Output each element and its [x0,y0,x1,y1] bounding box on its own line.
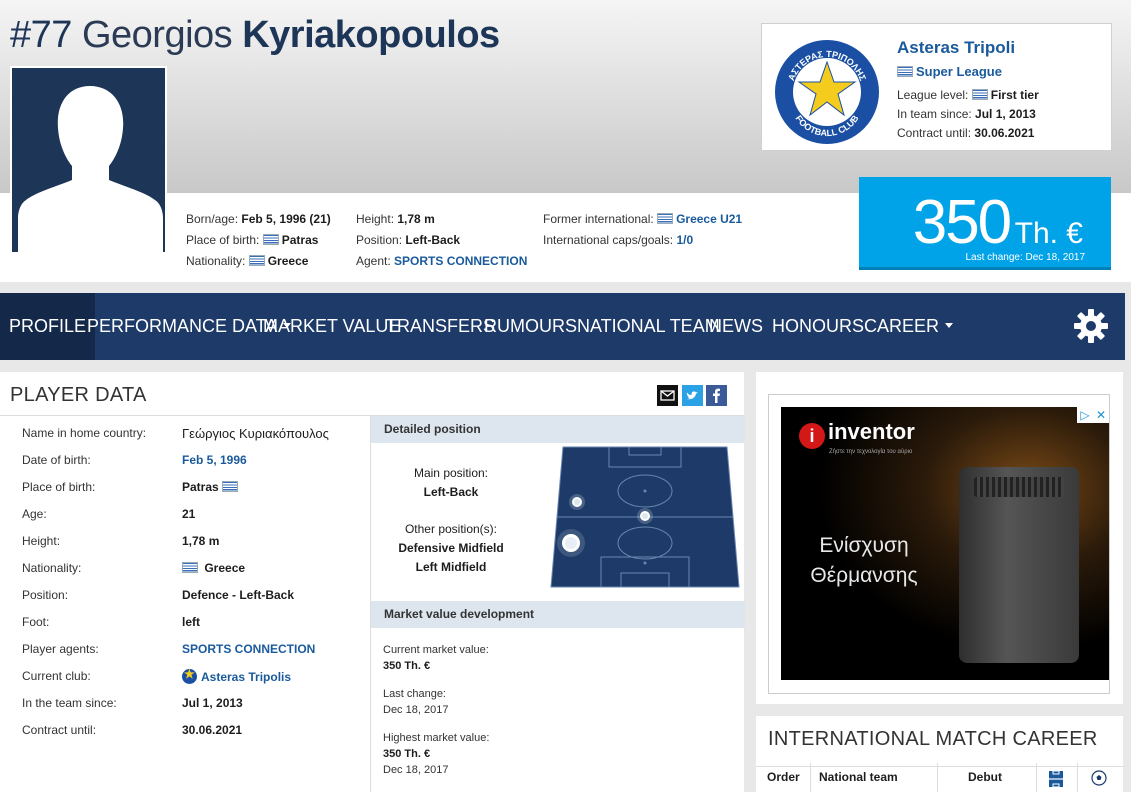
other-positions: Other position(s): Defensive Midfield Le… [398,522,504,574]
former-international-row: Former international: Greece U21 [543,212,743,226]
matches-icon[interactable] [1048,770,1064,792]
ad-tagline: Ζήστε την τεχνολογία του αύριο [829,449,913,455]
last-name: Kyriakopoulos [242,14,500,56]
ad-frame: i inventor Ζήστε την τεχνολογία του αύριο… [768,394,1110,694]
twitter-share-icon[interactable] [682,385,703,406]
international-career-title: INTERNATIONAL MATCH CAREER [768,728,1098,750]
contract-until-row: Contract until: 30.06.2021 [897,126,1035,140]
close-icon[interactable]: ✕ [1093,407,1109,423]
greece-flag-icon [248,255,265,266]
header-info-col1: Born/age: Feb 5, 1996 (21) Place of birt… [186,209,331,272]
position-marker-left-back [557,529,585,557]
divider [756,766,1123,767]
nav-national-team[interactable]: NATIONAL TEAM [577,293,720,360]
greece-flag-icon [262,234,279,245]
market-value-amount: 350 Th. € [912,188,1083,257]
gear-icon[interactable] [1073,308,1109,349]
greece-flag-icon [182,562,198,573]
first-name: Georgios [81,14,233,56]
greece-flag-icon [657,213,674,224]
nav-profile[interactable]: PROFILE [0,293,96,360]
club-logo[interactable]: ΑΣΤΕΡΑΣ ΤΡΙΠΟΛΗΣ FOOTBALL CLUB [772,37,882,152]
current-club-link[interactable]: Asteras Tripolis [182,667,291,684]
league-link[interactable]: Super League [897,64,1002,79]
greece-flag-icon [222,481,239,492]
mail-share-icon[interactable] [657,385,678,406]
greece-u21-link[interactable]: Greece U21 [676,212,742,226]
position-and-value-column: Detailed position Main position: Left-Ba… [370,416,745,792]
facebook-share-icon[interactable] [706,385,727,406]
mv-development-header: Market value development [371,601,745,628]
caps-goals-link[interactable]: 1/0 [676,233,693,247]
nav-news[interactable]: NEWS [709,293,763,360]
nav-career[interactable]: CAREER [864,293,954,360]
silhouette-icon [18,86,163,252]
greece-flag-icon [897,66,913,77]
player-data-title: PLAYER DATA [10,384,147,406]
position-row: Position: Left-Back [356,233,461,247]
asteras-crest-icon: ΑΣΤΕΡΑΣ ΤΡΙΠΟΛΗΣ FOOTBALL CLUB [775,40,879,144]
international-career-panel: INTERNATIONAL MATCH CAREER Order Nationa… [756,716,1123,792]
nationality-row: Nationality: Greece [186,254,309,268]
club-box: ΑΣΤΕΡΑΣ ΤΡΙΠΟΛΗΣ FOOTBALL CLUB Asteras T… [761,23,1112,151]
market-value-box[interactable]: 350 Th. € Last change: Dec 18, 2017 [859,177,1111,270]
main-position: Main position: Left-Back [413,466,489,499]
position-marker-left-midfield [569,494,585,510]
agent-row: Agent: SPORTS CONNECTION [356,254,528,268]
detailed-position-header: Detailed position [371,416,745,443]
nav-rumours[interactable]: RUMOURS [484,293,577,360]
club-details: League level: First tier In team since: … [897,86,1039,143]
caret-down-icon [945,323,954,328]
col-national-team[interactable]: National team [819,770,898,784]
position-marker-defensive-midfield [637,508,653,524]
nav-market-value[interactable]: MARKET VALUE [263,293,400,360]
col-order[interactable]: Order [767,770,800,784]
col-debut[interactable]: Debut [968,770,1002,784]
player-name: #77 Georgios Kyriakopoulos [10,14,500,57]
ad-headline: Ενίσχυση Θέρμανσης [810,534,918,587]
league-level-row: League level: First tier [897,88,1039,102]
position-pitch [549,445,741,594]
nav-transfers[interactable]: TRANSFERS [386,293,495,360]
born-age-row: Born/age: Feb 5, 1996 (21) [186,212,331,226]
brand-logo-icon: i [799,423,825,449]
dob-link[interactable]: Feb 5, 1996 [182,453,247,467]
club-name-link[interactable]: Asteras Tripoli [897,38,1015,58]
header-info-col3: Former international: Greece U21 Interna… [543,209,742,251]
nav-honours[interactable]: HONOURS [772,293,864,360]
height-row: Height: 1,78 m [356,212,435,226]
in-team-since-row: In team since: Jul 1, 2013 [897,107,1036,121]
shirt-number: #77 [10,14,72,56]
current-market-value: Current market value: 350 Th. € [383,644,489,672]
birthplace-row: Place of birth: Patras [186,233,319,247]
ad-brand-logo: i inventor [799,419,915,449]
last-change: Last change: Dec 18, 2017 [383,688,449,716]
heater-product-image [959,467,1079,663]
ad-creative[interactable]: i inventor Ζήστε την τεχνολογία του αύριο… [781,407,1109,680]
caps-goals-row: International caps/goals: 1/0 [543,233,694,247]
market-value-last-change: Last change: Dec 18, 2017 [965,252,1085,263]
player-data-panel: PLAYER DATA Name in home country: Γεώργιο… [0,372,745,792]
advertisement-box: i inventor Ζήστε την τεχνολογία του αύριο… [756,372,1123,704]
profile-nav: PROFILE PERFORMANCE DATA MARKET VALUE TR… [0,293,1125,360]
nav-performance-data[interactable]: PERFORMANCE DATA [87,293,292,360]
goals-icon[interactable] [1091,770,1107,791]
highest-market-value: Highest market value: 350 Th. € Dec 18, … [383,732,490,776]
player-header: #77 Georgios Kyriakopoulos Born/age: Feb… [0,0,1131,282]
header-info-col2: Height: 1,78 m Position: Left-Back Agent… [356,209,527,272]
club-crest-icon [182,667,197,684]
greece-flag-icon [971,89,988,100]
player-photo-placeholder [10,66,167,254]
agent-link[interactable]: SPORTS CONNECTION [394,254,527,268]
agents-link[interactable]: SPORTS CONNECTION [182,642,315,656]
adchoices-icon[interactable]: ▷ [1077,407,1093,423]
